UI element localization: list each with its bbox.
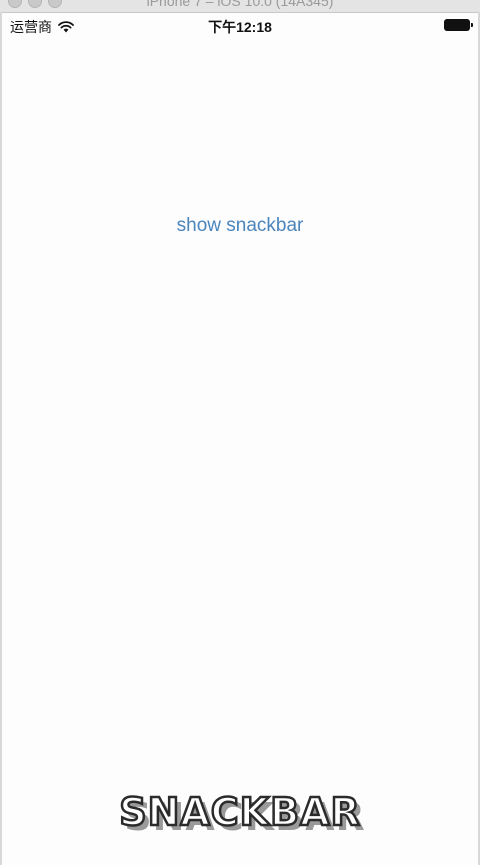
screen-border-left (0, 12, 2, 865)
status-bar: 运营商 下午12:18 (2, 13, 478, 39)
snackbar-watermark: SNACKBAR (118, 789, 361, 836)
simulator-title: iPhone 7 – iOS 10.0 (14A345) (146, 0, 334, 9)
status-time: 下午12:18 (208, 19, 272, 35)
show-snackbar-button[interactable]: show snackbar (140, 212, 340, 240)
simulator-titlebar: iPhone 7 – iOS 10.0 (14A345) (0, 0, 480, 13)
simulator-window: iPhone 7 – iOS 10.0 (14A345) 运营商 下午12:18… (0, 0, 480, 865)
battery-full-icon (444, 19, 473, 31)
